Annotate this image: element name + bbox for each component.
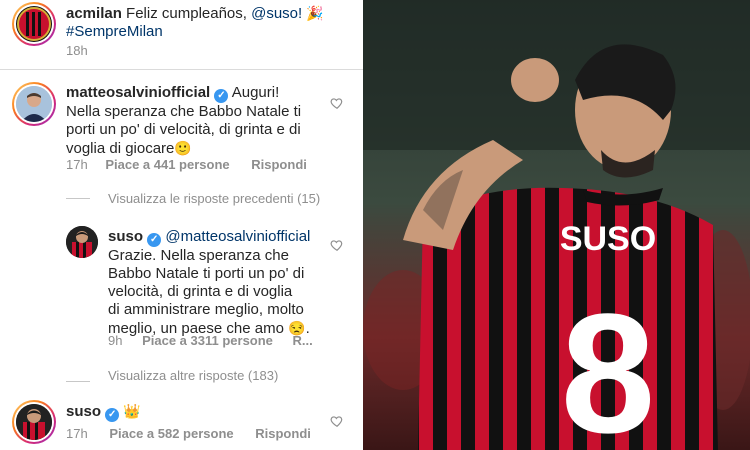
- suso-avatar-icon: [16, 404, 52, 440]
- verified-badge-icon: ✓: [105, 408, 120, 422]
- view-more-replies[interactable]: Visualizza altre risposte (183): [108, 368, 278, 383]
- suso-story-ring[interactable]: [12, 400, 56, 444]
- post-caption: acmilan Feliz cumpleaños, @suso! 🎉 #Semp…: [66, 4, 356, 41]
- replies-line: [66, 198, 90, 199]
- salvini-line1: Auguri!: [231, 84, 280, 101]
- salvini-reply-button[interactable]: Rispondi: [251, 157, 307, 172]
- post-time: 18h: [66, 43, 88, 58]
- salvini-time: 17h: [66, 157, 88, 172]
- suso-reply-time: 9h: [108, 333, 123, 348]
- suso-reply-likes[interactable]: Piace a 3311 persone: [142, 333, 273, 348]
- salvini-story-ring[interactable]: [12, 82, 56, 126]
- suso-avatar-icon: [66, 226, 98, 258]
- player-illustration: SUSO 8: [363, 0, 750, 450]
- suso-reply-line2: Babbo Natale ti porti un po' di: [108, 265, 305, 282]
- suso-likes[interactable]: Piace a 582 persone: [109, 426, 233, 441]
- jersey-name: SUSO: [560, 220, 656, 258]
- salvini-line3: porti un po' di velocità, di grinta e di: [66, 121, 301, 138]
- suso-reply-meta: 9h Piace a 3311 persone R...: [108, 333, 313, 348]
- salvini-line2: Nella speranza che Babbo Natale ti: [66, 103, 302, 120]
- suso-reply-line1: Grazie. Nella speranza che: [108, 247, 289, 264]
- person-avatar-icon: [16, 86, 52, 122]
- replies-line: [66, 381, 90, 382]
- suso-reply-like-heart-icon[interactable]: [330, 238, 344, 252]
- acmilan-logo-icon: [17, 7, 51, 41]
- salvini-avatar[interactable]: [16, 86, 52, 122]
- suso-username[interactable]: suso: [66, 403, 101, 420]
- jersey-number: 8: [561, 279, 656, 450]
- salvini-line4: voglia di giocare: [66, 140, 175, 157]
- comments-panel: acmilan Feliz cumpleaños, @suso! 🎉 #Semp…: [0, 0, 363, 450]
- verified-badge-icon: ✓: [214, 89, 229, 103]
- suso-avatar[interactable]: [16, 404, 52, 440]
- suso-time: 17h: [66, 426, 88, 441]
- suso-reply-line3: velocità, di grinta e di voglia: [108, 283, 293, 300]
- crown-emoji: 👑: [123, 403, 141, 419]
- divider: [0, 69, 363, 70]
- salvini-likes[interactable]: Piace a 441 persone: [105, 157, 229, 172]
- post-username[interactable]: acmilan: [66, 5, 122, 22]
- salvini-like-heart-icon[interactable]: [330, 96, 344, 110]
- suso-reply-avatar[interactable]: [66, 226, 98, 258]
- suso-meta: 17h Piace a 582 persone Rispondi: [66, 426, 311, 441]
- smile-emoji: 🙂: [174, 140, 192, 156]
- acmilan-story-ring[interactable]: [12, 2, 56, 46]
- player-photo: SUSO 8: [363, 0, 750, 450]
- salvini-meta: 17h Piace a 441 persone Rispondi: [66, 157, 307, 172]
- view-previous-replies[interactable]: Visualizza le risposte precedenti (15): [108, 191, 320, 206]
- suso-reply-line4: di amministrare meglio, molto: [108, 301, 304, 318]
- verified-badge-icon: ✓: [147, 233, 162, 247]
- suso-reply: suso ✓ @matteosalviniofficial Grazie. Ne…: [108, 228, 311, 337]
- post-mention[interactable]: @suso!: [251, 5, 302, 22]
- suso-like-heart-icon[interactable]: [330, 414, 344, 428]
- suso-reply-reply-button[interactable]: R...: [293, 333, 313, 348]
- salvini-comment: matteosalviniofficial ✓ Auguri! Nella sp…: [66, 84, 328, 158]
- acmilan-avatar[interactable]: [16, 6, 52, 42]
- suso-reply-button[interactable]: Rispondi: [255, 426, 311, 441]
- suso-reply-username[interactable]: suso: [108, 228, 143, 245]
- suso-comment: suso ✓ 👑: [66, 402, 141, 422]
- post-hashtag[interactable]: #SempreMilan: [66, 23, 163, 40]
- post-caption-text: Feliz cumpleaños,: [126, 5, 247, 22]
- suso-reply-mention[interactable]: @matteosalviniofficial: [165, 228, 310, 245]
- salvini-username[interactable]: matteosalviniofficial: [66, 84, 210, 101]
- party-emoji: 🎉: [306, 5, 324, 21]
